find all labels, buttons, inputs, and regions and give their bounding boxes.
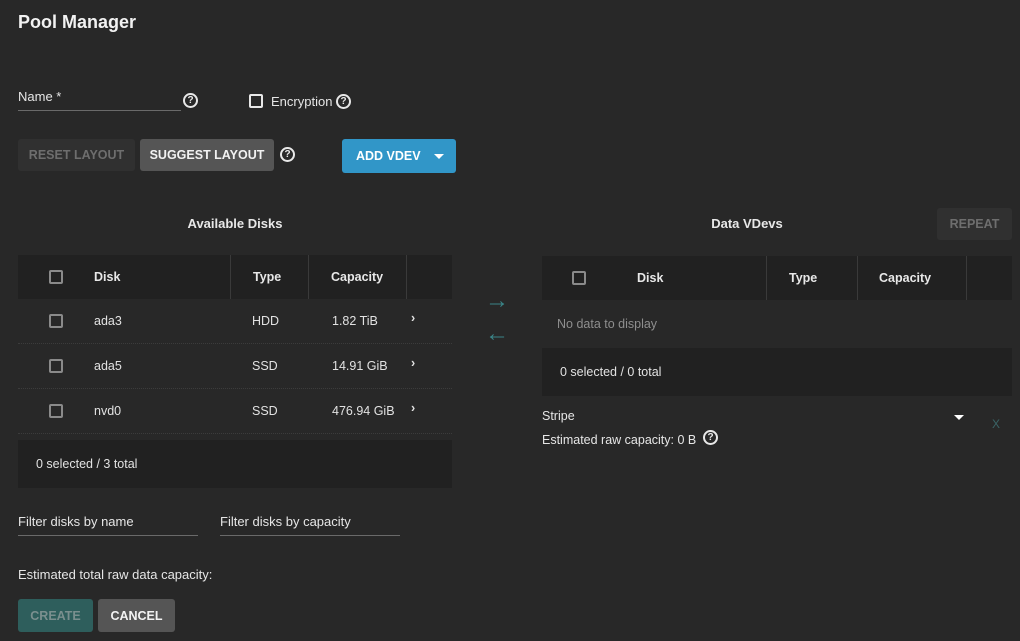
filter-by-capacity-placeholder: Filter disks by capacity [220,514,351,529]
encryption-checkbox[interactable] [249,94,263,108]
disk-type: SSD [252,359,278,373]
raw-capacity-help-icon[interactable]: ? [703,430,718,445]
cancel-button[interactable]: CANCEL [98,599,175,632]
row-checkbox[interactable] [49,314,63,328]
row-checkbox[interactable] [49,359,63,373]
column-header-capacity[interactable]: Capacity [308,255,406,299]
table-row[interactable]: ada3 HDD 1.82 TiB › [18,299,452,344]
arrow-right-icon[interactable]: → [485,289,509,313]
repeat-button[interactable]: REPEAT [937,208,1012,240]
available-disks-table: Disk Type Capacity ada3 HDD 1.82 TiB › a… [18,255,452,488]
page-title: Pool Manager [18,12,137,32]
vdev-layout-select[interactable]: Stripe [542,408,966,428]
data-vdevs-footer: 0 selected / 0 total [542,348,1012,396]
caret-down-icon [954,415,964,420]
remove-vdev-button[interactable]: X [992,417,1000,431]
table-row[interactable]: nvd0 SSD 476.94 GiB › [18,389,452,434]
arrow-left-icon[interactable]: ← [485,322,509,346]
available-disks-footer: 0 selected / 3 total [18,440,452,488]
empty-message: No data to display [557,317,658,331]
name-label: Name * [18,89,62,104]
column-header-actions [406,255,452,299]
filter-by-name-placeholder: Filter disks by name [18,514,134,529]
table-row[interactable]: ada5 SSD 14.91 GiB › [18,344,452,389]
row-checkbox[interactable] [49,404,63,418]
vdev-layout-value: Stripe [542,409,575,423]
data-vdevs-table: Disk Type Capacity No data to display 0 … [542,256,1012,396]
select-all-checkbox[interactable] [49,270,63,284]
reset-layout-button[interactable]: RESET LAYOUT [18,139,135,171]
column-header-disk[interactable]: Disk [94,255,230,299]
disk-type: SSD [252,404,278,418]
column-header-type[interactable]: Type [766,256,857,300]
data-vdevs-title: Data VDevs [711,216,783,231]
column-header-type[interactable]: Type [230,255,308,299]
add-vdev-label: ADD VDEV [356,149,421,163]
disk-name: ada5 [94,359,122,373]
table-header: Disk Type Capacity [18,255,452,299]
name-input[interactable]: Name * [18,89,181,111]
estimated-total-capacity: Estimated total raw data capacity: [18,567,213,582]
table-header: Disk Type Capacity [542,256,1012,300]
encryption-help-icon[interactable]: ? [336,94,351,109]
encryption-label: Encryption [271,94,333,109]
select-all-checkbox[interactable] [572,271,586,285]
chevron-right-icon[interactable]: › [409,311,452,325]
chevron-right-icon[interactable]: › [409,401,452,415]
disk-capacity: 14.91 GiB [332,359,388,373]
disk-capacity: 476.94 GiB [332,404,395,418]
filter-by-capacity-input[interactable]: Filter disks by capacity [220,514,400,536]
estimated-raw-capacity: Estimated raw capacity: 0 B [542,433,697,447]
column-header-disk[interactable]: Disk [616,256,766,300]
disk-name: ada3 [94,314,122,328]
disk-capacity: 1.82 TiB [332,314,378,328]
caret-down-icon[interactable] [434,154,444,159]
available-disks-title: Available Disks [187,216,283,231]
create-button[interactable]: CREATE [18,599,93,632]
filter-by-name-input[interactable]: Filter disks by name [18,514,198,536]
add-vdev-button[interactable]: ADD VDEV [342,139,456,173]
chevron-right-icon[interactable]: › [409,356,452,370]
column-header-capacity[interactable]: Capacity [857,256,966,300]
disk-type: HDD [252,314,280,328]
name-help-icon[interactable]: ? [183,93,198,108]
disk-name: nvd0 [94,404,122,418]
suggest-layout-help-icon[interactable]: ? [280,147,295,162]
column-header-actions [966,256,1012,300]
suggest-layout-button[interactable]: SUGGEST LAYOUT [140,139,274,171]
